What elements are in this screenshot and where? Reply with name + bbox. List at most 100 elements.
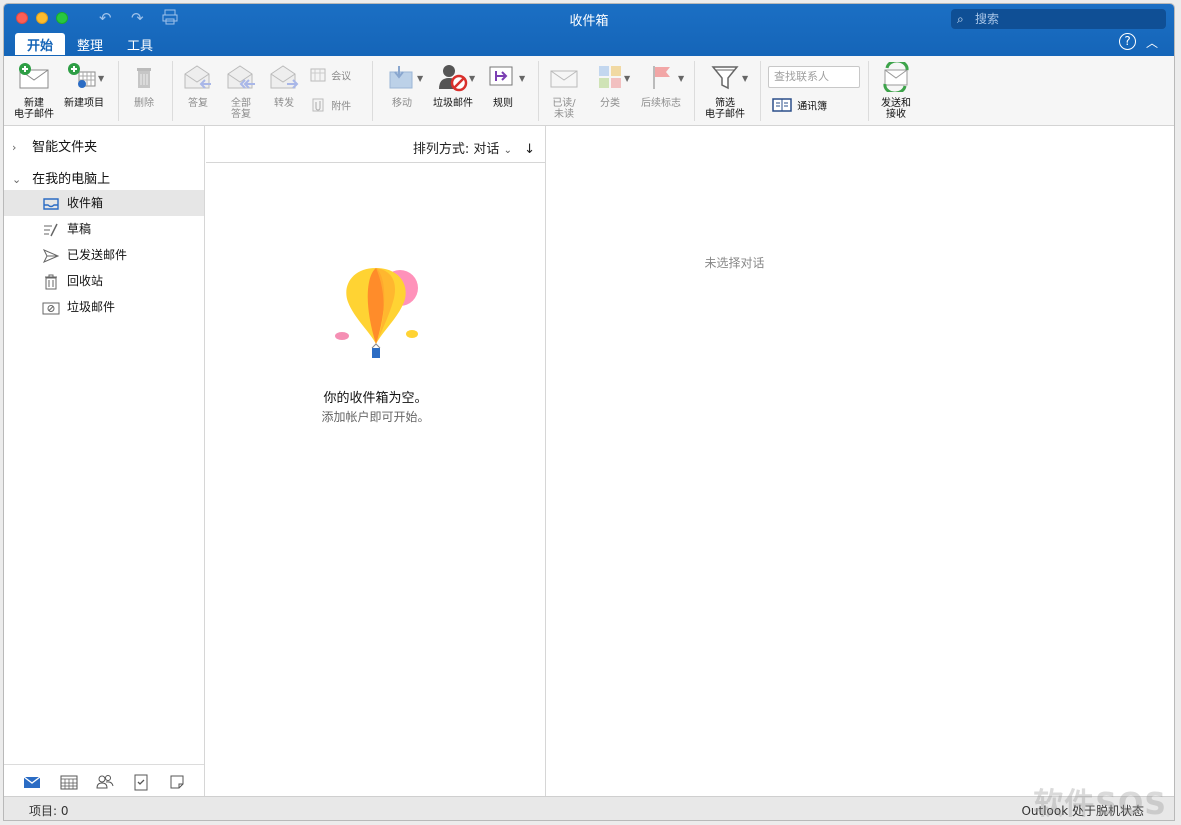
- smart-folders-label: 智能文件夹: [32, 140, 98, 155]
- on-my-computer-group[interactable]: ⌄ 在我的电脑上: [12, 168, 110, 187]
- categorize-dropdown-icon[interactable]: ▼: [624, 74, 630, 83]
- reply-all-button[interactable]: 全部 答复: [220, 62, 262, 120]
- drafts-icon: [42, 221, 60, 237]
- send-receive-icon: [872, 59, 920, 95]
- title-bar: ↶ ↷ 收件箱 ⌕ 搜索 开始 整理 工具 ? ︿: [4, 4, 1174, 56]
- calendar-icon[interactable]: [60, 773, 78, 791]
- reply-label: 答复: [188, 98, 208, 109]
- new-email-button[interactable]: 新建 电子邮件: [10, 62, 58, 120]
- attachment-button[interactable]: 附件: [310, 98, 360, 115]
- ribbon-separator: [694, 61, 695, 121]
- reply-all-label: 全部 答复: [231, 98, 251, 120]
- sort-control[interactable]: 排列方式: 对话 ⌄ ↓: [413, 138, 535, 157]
- delete-button[interactable]: 删除: [124, 62, 164, 109]
- folder-trash[interactable]: 回收站: [4, 268, 204, 294]
- envelope-icon: [544, 62, 584, 95]
- empty-inbox-title: 你的收件箱为空。: [323, 391, 428, 406]
- categorize-label: 分类: [600, 98, 620, 109]
- sort-label: 排列方式: 对话: [412, 142, 500, 157]
- junk-button[interactable]: 垃圾邮件: [430, 62, 476, 109]
- forward-button[interactable]: 转发: [264, 62, 304, 109]
- tab-organize[interactable]: 整理: [65, 33, 115, 55]
- new-item-label: 新建项目: [64, 98, 104, 109]
- empty-inbox-subtitle: 添加帐户即可开始。: [321, 410, 430, 424]
- folder-sent[interactable]: 已发送邮件: [4, 242, 204, 268]
- tab-home[interactable]: 开始: [15, 33, 66, 55]
- folder-label: 草稿: [67, 222, 92, 236]
- ribbon-separator: [868, 61, 869, 121]
- address-book-button[interactable]: 通讯簿: [772, 98, 842, 115]
- reply-icon: [178, 62, 218, 95]
- folder-pane: › 智能文件夹 ⌄ 在我的电脑上 收件箱 草稿 已发送邮件 回收站 垃圾邮件: [4, 126, 205, 798]
- message-list-pane: 排列方式: 对话 ⌄ ↓ 你的收件箱为空。 添加帐户即可开始。: [206, 126, 546, 798]
- ribbon: 新建 电子邮件 新建项目 ▼ 删除 答复 全部 答复 转发 会议 附件 移动 ▼…: [4, 56, 1174, 126]
- outlook-window: ↶ ↷ 收件箱 ⌕ 搜索 开始 整理 工具 ? ︿ 新建 电子邮件 新建项目 ▼…: [3, 3, 1175, 821]
- ribbon-separator: [760, 61, 761, 121]
- meeting-label: 会议: [331, 71, 352, 83]
- new-email-icon: [10, 62, 58, 95]
- sort-direction-icon[interactable]: ↓: [524, 142, 535, 157]
- ribbon-separator: [372, 61, 373, 121]
- junk-folder-icon: [42, 299, 60, 315]
- new-email-label: 新建 电子邮件: [14, 98, 54, 120]
- address-book-icon: [772, 98, 794, 115]
- rules-label: 规则: [493, 98, 513, 109]
- folder-junk[interactable]: 垃圾邮件: [4, 294, 204, 320]
- hot-air-balloon-illustration: [332, 266, 424, 369]
- no-conversation-selected: 未选择对话: [704, 256, 765, 270]
- watermark-logo: 软件SOS: [1033, 787, 1167, 822]
- people-icon[interactable]: [96, 773, 114, 791]
- follow-up-button[interactable]: 后续标志: [636, 62, 686, 109]
- search-icon: ⌕: [957, 12, 964, 26]
- inbox-icon: [42, 195, 60, 211]
- smart-folders-group[interactable]: › 智能文件夹: [12, 136, 97, 155]
- folder-label: 垃圾邮件: [67, 300, 116, 314]
- move-dropdown-icon[interactable]: ▼: [417, 74, 423, 83]
- sort-bar: 排列方式: 对话 ⌄ ↓: [206, 126, 545, 163]
- on-my-computer-label: 在我的电脑上: [32, 172, 111, 187]
- delete-label: 删除: [134, 98, 154, 109]
- new-item-dropdown-icon[interactable]: ▼: [98, 74, 104, 83]
- find-contact-input[interactable]: 查找联系人: [768, 66, 860, 88]
- mail-icon[interactable]: [23, 773, 41, 791]
- folder-label: 回收站: [67, 274, 104, 288]
- ribbon-separator: [118, 61, 119, 121]
- address-book-label: 通讯簿: [797, 101, 828, 113]
- tasks-icon[interactable]: [132, 773, 150, 791]
- trash-icon: [42, 273, 60, 290]
- move-button[interactable]: 移动: [380, 62, 424, 109]
- folder-drafts[interactable]: 草稿: [4, 216, 204, 242]
- folder-inbox[interactable]: 收件箱: [4, 190, 204, 216]
- filter-email-button[interactable]: 筛选 电子邮件: [700, 62, 750, 120]
- junk-dropdown-icon[interactable]: ▼: [469, 74, 475, 83]
- meeting-icon: [310, 68, 328, 85]
- module-switcher: [4, 764, 204, 798]
- attachment-label: 附件: [331, 101, 352, 113]
- send-receive-button[interactable]: 发送和 接收: [872, 59, 920, 120]
- status-bar: 项目: 0 Outlook 处于脱机状态: [4, 796, 1174, 820]
- junk-label: 垃圾邮件: [433, 98, 473, 109]
- search-placeholder: 搜索: [975, 12, 1000, 26]
- meeting-button[interactable]: 会议: [310, 68, 360, 85]
- follow-up-dropdown-icon[interactable]: ▼: [678, 74, 684, 83]
- items-count: 项目: 0: [29, 804, 69, 818]
- sent-icon: [42, 247, 60, 263]
- filter-dropdown-icon[interactable]: ▼: [742, 74, 748, 83]
- tab-tools[interactable]: 工具: [115, 33, 165, 55]
- reply-all-icon: [220, 62, 262, 95]
- read-unread-button[interactable]: 已读/ 未读: [544, 62, 584, 120]
- notes-icon[interactable]: [168, 773, 186, 791]
- move-label: 移动: [392, 98, 412, 109]
- reading-pane: 未选择对话: [547, 126, 1174, 798]
- forward-label: 转发: [274, 98, 294, 109]
- categorize-button[interactable]: 分类: [590, 62, 630, 109]
- reply-button[interactable]: 答复: [178, 62, 218, 109]
- collapse-ribbon-icon[interactable]: ︿: [1146, 34, 1158, 51]
- send-receive-label: 发送和 接收: [881, 98, 911, 120]
- search-box[interactable]: ⌕ 搜索: [951, 9, 1166, 29]
- help-icon[interactable]: ?: [1119, 33, 1136, 50]
- rules-dropdown-icon[interactable]: ▼: [519, 74, 525, 83]
- rules-button[interactable]: 规则: [482, 62, 524, 109]
- new-item-button[interactable]: 新建项目: [60, 62, 108, 109]
- folder-label: 收件箱: [67, 196, 104, 210]
